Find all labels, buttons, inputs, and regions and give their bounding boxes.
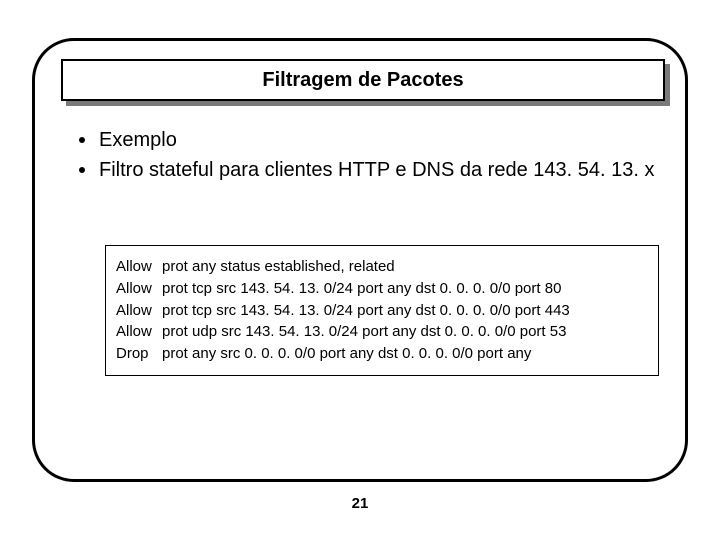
bullet-list: Exemplo Filtro stateful para clientes HT… xyxy=(79,127,659,187)
rule-line: Allowprot udp src 143. 54. 13. 0/24 port… xyxy=(116,321,648,343)
title-container: Filtragem de Pacotes xyxy=(61,59,665,101)
slide-title: Filtragem de Pacotes xyxy=(262,69,463,92)
rule-action: Allow xyxy=(116,321,162,343)
rule-action: Drop xyxy=(116,343,162,365)
rule-action: Allow xyxy=(116,256,162,278)
rule-line: Dropprot any src 0. 0. 0. 0/0 port any d… xyxy=(116,343,648,365)
bullet-dot-icon xyxy=(79,137,85,143)
bullet-item: Exemplo xyxy=(79,127,659,153)
rule-body: prot any src 0. 0. 0. 0/0 port any dst 0… xyxy=(162,345,531,362)
rule-action: Allow xyxy=(116,278,162,300)
rule-body: prot tcp src 143. 54. 13. 0/24 port any … xyxy=(162,280,561,297)
rule-action: Allow xyxy=(116,300,162,322)
title-box: Filtragem de Pacotes xyxy=(61,59,665,101)
rules-box: Allowprot any status established, relate… xyxy=(105,245,659,376)
rule-body: prot any status established, related xyxy=(162,258,395,275)
bullet-dot-icon xyxy=(79,167,85,173)
rule-body: prot tcp src 143. 54. 13. 0/24 port any … xyxy=(162,302,570,319)
rule-line: Allowprot tcp src 143. 54. 13. 0/24 port… xyxy=(116,300,648,322)
bullet-item: Filtro stateful para clientes HTTP e DNS… xyxy=(79,157,659,183)
page-number: 21 xyxy=(0,495,720,512)
bullet-text: Exemplo xyxy=(99,127,177,153)
slide-frame: Filtragem de Pacotes Exemplo Filtro stat… xyxy=(32,38,688,482)
rule-body: prot udp src 143. 54. 13. 0/24 port any … xyxy=(162,323,566,340)
bullet-text: Filtro stateful para clientes HTTP e DNS… xyxy=(99,157,654,183)
rule-line: Allowprot any status established, relate… xyxy=(116,256,648,278)
rule-line: Allowprot tcp src 143. 54. 13. 0/24 port… xyxy=(116,278,648,300)
